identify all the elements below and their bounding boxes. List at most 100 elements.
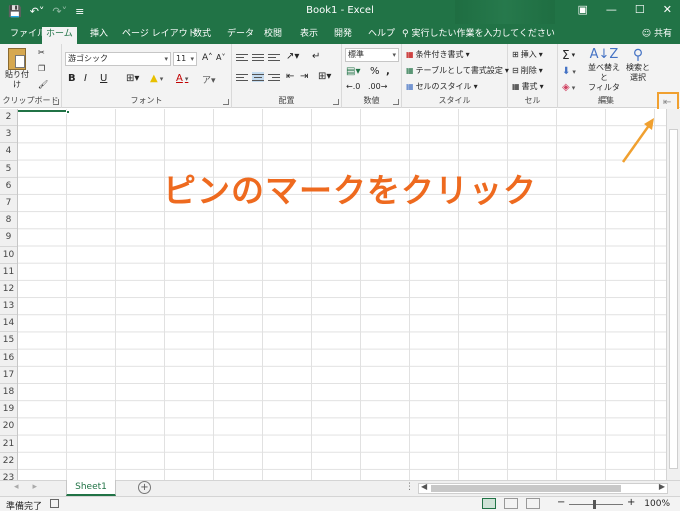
clear-icon[interactable]: ◈ ▾	[562, 82, 575, 93]
tab-formulas[interactable]: 数式	[189, 27, 215, 44]
align-bottom-icon[interactable]	[268, 52, 280, 62]
italic-button[interactable]: I	[84, 73, 87, 84]
close-icon[interactable]: ✕	[663, 3, 672, 16]
merge-center-icon[interactable]: ⊞▾	[318, 71, 331, 82]
format-painter-icon[interactable]: 🖌	[38, 80, 48, 89]
row-header[interactable]: 3	[0, 126, 17, 144]
row-header[interactable]: 2	[0, 109, 17, 127]
zoom-slider[interactable]: − +	[557, 497, 637, 510]
phonetic-icon[interactable]: ア▾	[202, 73, 216, 86]
sheet-tab-sheet1[interactable]: Sheet1	[66, 480, 116, 496]
comma-button[interactable]: ,	[386, 66, 390, 77]
tab-data[interactable]: データ	[223, 27, 258, 44]
row-header[interactable]: 6	[0, 178, 17, 195]
align-left-icon[interactable]	[236, 72, 248, 82]
tab-insert[interactable]: 挿入	[86, 27, 112, 44]
ribbon-display-options-icon[interactable]: ▣	[578, 3, 588, 16]
row-header[interactable]: 19	[0, 401, 17, 419]
page-layout-view-icon[interactable]	[504, 498, 518, 509]
vertical-scrollbar[interactable]	[666, 109, 680, 480]
shrink-font-button[interactable]: A˅	[216, 53, 225, 62]
row-header[interactable]: 5	[0, 161, 17, 178]
increase-decimal-icon[interactable]: ←.0	[346, 82, 360, 91]
row-header[interactable]: 12	[0, 281, 17, 299]
bold-button[interactable]: B	[68, 73, 76, 84]
zoom-knob[interactable]	[593, 500, 596, 509]
decrease-indent-icon[interactable]: ⇤	[286, 71, 294, 82]
next-sheet-icon[interactable]: ▸	[33, 482, 38, 492]
find-select-button[interactable]: ⚲ 検索と 選択	[624, 47, 652, 83]
tell-me-box[interactable]: ⚲ 実行したい作業を入力してください	[402, 27, 555, 42]
align-right-icon[interactable]	[268, 72, 280, 82]
cell-styles-button[interactable]: ▦ セルのスタイル ▾	[406, 81, 478, 92]
align-center-icon[interactable]	[252, 72, 264, 82]
number-launcher[interactable]	[393, 99, 399, 105]
add-sheet-button[interactable]: +	[138, 481, 151, 494]
fill-icon[interactable]: ⬇ ▾	[562, 66, 576, 77]
increase-indent-icon[interactable]: ⇥	[300, 71, 308, 82]
share-button[interactable]: ☺ 共有	[642, 27, 672, 42]
font-name-select[interactable]: 游ゴシック ▾	[65, 52, 171, 66]
active-cell[interactable]	[18, 109, 68, 112]
insert-cells-button[interactable]: ⊞ 挿入 ▾	[512, 49, 543, 60]
zoom-level[interactable]: 100%	[644, 499, 670, 509]
number-format-select[interactable]: 標準 ▾	[345, 48, 399, 62]
tab-developer[interactable]: 開発	[330, 27, 356, 44]
currency-icon[interactable]: ▤▾	[346, 66, 360, 77]
normal-view-icon[interactable]	[482, 498, 496, 509]
tab-review[interactable]: 校閲	[260, 27, 286, 44]
scroll-left-icon[interactable]: ◀	[421, 482, 427, 491]
row-header[interactable]: 16	[0, 350, 17, 367]
row-header[interactable]: 11	[0, 264, 17, 281]
row-header[interactable]: 17	[0, 367, 17, 384]
autosum-button[interactable]: Σ ▾	[562, 48, 575, 62]
minimize-icon[interactable]: —	[606, 3, 617, 16]
prev-sheet-icon[interactable]: ◂	[14, 482, 19, 492]
underline-button[interactable]: U	[100, 73, 107, 84]
align-middle-icon[interactable]	[252, 52, 264, 62]
align-top-icon[interactable]	[236, 52, 248, 62]
horizontal-scrollbar[interactable]: ◀ ▶	[418, 482, 668, 494]
tab-home[interactable]: ホーム	[42, 27, 77, 44]
row-header[interactable]: 23	[0, 470, 17, 480]
clipboard-launcher[interactable]	[53, 99, 59, 105]
maximize-icon[interactable]: ☐	[635, 3, 645, 16]
zoom-out-icon[interactable]: −	[557, 497, 565, 508]
scroll-right-icon[interactable]: ▶	[659, 482, 665, 491]
alignment-launcher[interactable]	[333, 99, 339, 105]
horizontal-scroll-thumb[interactable]	[431, 485, 621, 492]
fill-color-icon[interactable]: ▲ ▾	[150, 73, 163, 84]
row-header[interactable]: 20	[0, 418, 17, 436]
wrap-text-icon[interactable]: ↵	[312, 51, 320, 62]
tab-view[interactable]: 表示	[296, 27, 322, 44]
fill-handle[interactable]	[66, 110, 70, 114]
decrease-decimal-icon[interactable]: .00→	[368, 82, 387, 91]
row-header[interactable]: 10	[0, 247, 17, 264]
macro-record-icon[interactable]	[50, 499, 59, 508]
tab-splitter-icon[interactable]: ⋮	[405, 482, 414, 492]
row-header[interactable]: 18	[0, 384, 17, 402]
paste-button[interactable]: 貼り付け	[4, 48, 30, 90]
format-as-table-button[interactable]: ▦ テーブルとして書式設定 ▾	[406, 65, 509, 76]
font-color-icon[interactable]: A ▾	[176, 73, 188, 84]
orientation-icon[interactable]: ↗▾	[286, 51, 299, 62]
row-header[interactable]: 14	[0, 315, 17, 333]
grow-font-button[interactable]: A˄	[202, 53, 213, 63]
row-header[interactable]: 8	[0, 212, 17, 230]
row-header[interactable]: 7	[0, 195, 17, 213]
row-header[interactable]: 9	[0, 229, 17, 247]
tab-help[interactable]: ヘルプ	[364, 27, 399, 44]
delete-cells-button[interactable]: ⊟ 削除 ▾	[512, 65, 543, 76]
zoom-in-icon[interactable]: +	[627, 497, 635, 508]
row-header[interactable]: 13	[0, 298, 17, 316]
font-launcher[interactable]	[223, 99, 229, 105]
font-size-select[interactable]: 11 ▾	[173, 52, 197, 66]
vertical-scroll-thumb[interactable]	[669, 129, 678, 469]
row-header[interactable]: 22	[0, 453, 17, 470]
row-header[interactable]: 15	[0, 332, 17, 350]
copy-icon[interactable]: ❐	[38, 64, 45, 73]
cut-icon[interactable]: ✂	[38, 48, 45, 57]
percent-button[interactable]: %	[370, 66, 380, 77]
row-header[interactable]: 4	[0, 143, 17, 161]
format-cells-button[interactable]: ▦ 書式 ▾	[512, 81, 544, 92]
